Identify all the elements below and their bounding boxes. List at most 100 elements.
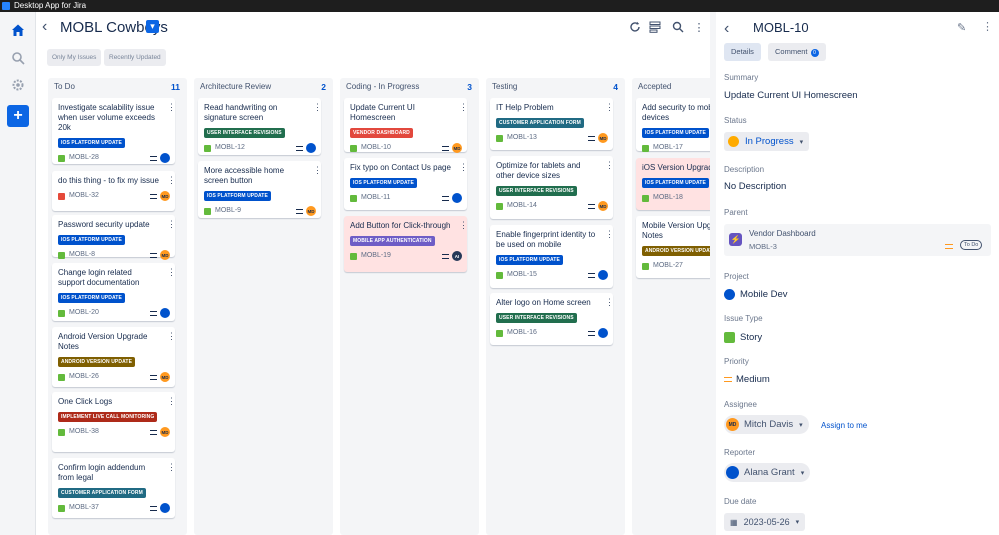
- avatar: MD: [726, 418, 739, 431]
- epic-badge: MOBILE APP AUTHENTICATION: [350, 236, 435, 246]
- card-footer: MOBL-19 AI: [350, 250, 462, 266]
- tab-comment[interactable]: Comment 0: [768, 43, 826, 61]
- avatar: MD: [306, 206, 316, 216]
- tab-details[interactable]: Details: [724, 43, 761, 61]
- issue-card[interactable]: Password security update ⋮ IOS PLATFORM UP…: [52, 215, 176, 260]
- status-dropdown[interactable]: In Progress ▾: [724, 132, 810, 151]
- due-date-picker[interactable]: ▦ 2023-05-26 ▾: [724, 513, 806, 531]
- avatar: MD: [598, 201, 608, 211]
- reporter-dropdown[interactable]: Alana Grant ▾: [724, 463, 811, 482]
- card-menu-icon[interactable]: ⋮: [167, 103, 176, 113]
- story-icon: [58, 310, 65, 317]
- priority-value[interactable]: Medium: [736, 374, 770, 385]
- card-menu-icon[interactable]: ⋮: [459, 103, 468, 113]
- story-icon: [58, 155, 65, 162]
- card-menu-icon[interactable]: ⋮: [167, 332, 176, 342]
- story-icon: [58, 505, 65, 512]
- epic-badge: IOS PLATFORM UPDATE: [58, 138, 125, 148]
- issue-card[interactable]: Enable fingerprint identity to be used o…: [490, 225, 614, 288]
- issue-card[interactable]: Add Button for Click-through ⋮ MOBILE APP …: [344, 216, 468, 272]
- gear-icon[interactable]: [8, 75, 28, 95]
- issue-card[interactable]: Fix typo on Contact Us page ⋮ IOS PLATFORM…: [344, 158, 468, 210]
- more-vertical-icon[interactable]: ⋮: [982, 20, 993, 33]
- app-icon: [2, 2, 10, 10]
- story-icon: [496, 135, 503, 142]
- issue-card[interactable]: do this thing - to fix my issue ⋮ MOBL-32 M…: [52, 171, 176, 211]
- description-value[interactable]: No Description: [724, 181, 786, 192]
- card-menu-icon[interactable]: ⋮: [167, 176, 176, 186]
- more-vertical-icon[interactable]: ⋮: [692, 20, 706, 34]
- edit-icon[interactable]: ✎: [957, 21, 966, 34]
- card-footer: MOBL-28: [58, 152, 170, 168]
- assignee-label: Assignee: [724, 400, 757, 409]
- tab-comment-label: Comment: [775, 47, 808, 56]
- filter-recently-updated[interactable]: Recently Updated: [104, 49, 166, 66]
- issue-card[interactable]: Optimize for tablets and other device si…: [490, 156, 614, 219]
- card-footer: MOBL-17: [642, 142, 717, 158]
- column-count: 4: [613, 82, 618, 92]
- story-icon: [58, 252, 65, 259]
- search-icon[interactable]: [671, 20, 685, 34]
- epic-badge: IOS PLATFORM UPDATE: [204, 191, 271, 201]
- issue-card[interactable]: Investigate scalability issue when user …: [52, 98, 176, 164]
- home-icon[interactable]: [8, 20, 28, 40]
- card-menu-icon[interactable]: ⋮: [313, 166, 322, 176]
- card-footer: MOBL-32 MD: [58, 190, 170, 206]
- project-dropdown-icon[interactable]: ▾: [146, 20, 159, 33]
- issue-key: MOBL-12: [215, 144, 245, 151]
- card-menu-icon[interactable]: ⋮: [605, 230, 614, 240]
- issue-card[interactable]: Android Version Upgrade Notes ⋮ ANDROID VE…: [52, 327, 176, 387]
- card-menu-icon[interactable]: ⋮: [167, 463, 176, 473]
- card-menu-icon[interactable]: ⋮: [459, 163, 468, 173]
- issue-card[interactable]: Confirm login addendum from legal ⋮ CUSTOM…: [52, 458, 176, 518]
- issue-card[interactable]: Mobile Version Upgrade Notes⋮ANDROID VER…: [636, 216, 717, 278]
- issue-card[interactable]: Change login related support documentati…: [52, 263, 176, 323]
- story-icon: [58, 429, 65, 436]
- project-label: Project: [724, 272, 749, 281]
- issue-key: MOBL-10: [753, 20, 809, 35]
- search-icon[interactable]: [8, 48, 28, 68]
- summary-value[interactable]: Update Current UI Homescreen: [724, 90, 858, 101]
- card-menu-icon[interactable]: ⋮: [167, 268, 176, 278]
- issue-card[interactable]: Read handwriting on signature screen ⋮ USE…: [198, 98, 322, 155]
- board-settings-icon[interactable]: [648, 20, 662, 34]
- issue-card[interactable]: iOS Version Upgrade⋮IOS PLATFORM UPDATEM…: [636, 158, 717, 210]
- back-arrow-icon[interactable]: ‹: [724, 20, 729, 38]
- refresh-icon[interactable]: [628, 20, 642, 34]
- card-menu-icon[interactable]: ⋮: [313, 103, 322, 113]
- card-menu-icon[interactable]: ⋮: [459, 221, 468, 231]
- back-arrow-icon[interactable]: ‹: [42, 19, 54, 35]
- card-menu-icon[interactable]: ⋮: [167, 397, 176, 407]
- card-title: do this thing - to fix my issue: [58, 176, 159, 185]
- card-menu-icon[interactable]: ⋮: [605, 161, 614, 171]
- priority-label: Priority: [724, 357, 749, 366]
- card-footer: MOBL-20: [58, 307, 170, 323]
- priority-medium-icon: [724, 377, 732, 382]
- card-menu-icon[interactable]: ⋮: [605, 103, 614, 113]
- card-title: Password security update: [58, 220, 150, 229]
- issue-key: MOBL-10: [361, 144, 391, 151]
- card-footer: MOBL-38 MD: [58, 426, 170, 442]
- parent-issue[interactable]: ⚡ Vendor Dashboard MOBL-3 To Do: [724, 224, 991, 256]
- card-footer: MOBL-11: [350, 192, 462, 208]
- create-issue-button[interactable]: +: [7, 105, 29, 127]
- issue-card[interactable]: Alter logo on Home screen ⋮ USER INTERFACE…: [490, 293, 614, 345]
- assignee-dropdown[interactable]: MD Mitch Davis ▾: [724, 415, 809, 434]
- epic-badge: USER INTERFACE REVISIONS: [496, 313, 577, 323]
- epic-badge: USER INTERFACE REVISIONS: [496, 186, 577, 196]
- issue-card[interactable]: One Click Logs ⋮ IMPLEMENT LIVE CALL MONIT…: [52, 392, 176, 452]
- assign-to-me-link[interactable]: Assign to me: [821, 421, 867, 430]
- priority-medium-icon: [150, 156, 157, 161]
- issue-card[interactable]: Add security to mobile devices⋮IOS PLATF…: [636, 98, 717, 152]
- filter-only-my-issues[interactable]: Only My Issues: [47, 49, 102, 66]
- card-title: Update Current UI Homescreen: [350, 103, 415, 122]
- issue-card[interactable]: IT Help Problem ⋮ CUSTOMER APPLICATION FOR…: [490, 98, 614, 150]
- card-menu-icon[interactable]: ⋮: [605, 298, 614, 308]
- issue-card[interactable]: More accessible home screen button ⋮ IOS P…: [198, 161, 322, 218]
- chevron-down-icon: ▾: [799, 138, 804, 146]
- issue-card[interactable]: Update Current UI Homescreen ⋮ VENDOR DASH…: [344, 98, 468, 153]
- avatar: [160, 503, 170, 513]
- project-value: Mobile Dev: [740, 289, 788, 300]
- card-menu-icon[interactable]: ⋮: [167, 220, 176, 230]
- column-title: To Do: [54, 82, 75, 91]
